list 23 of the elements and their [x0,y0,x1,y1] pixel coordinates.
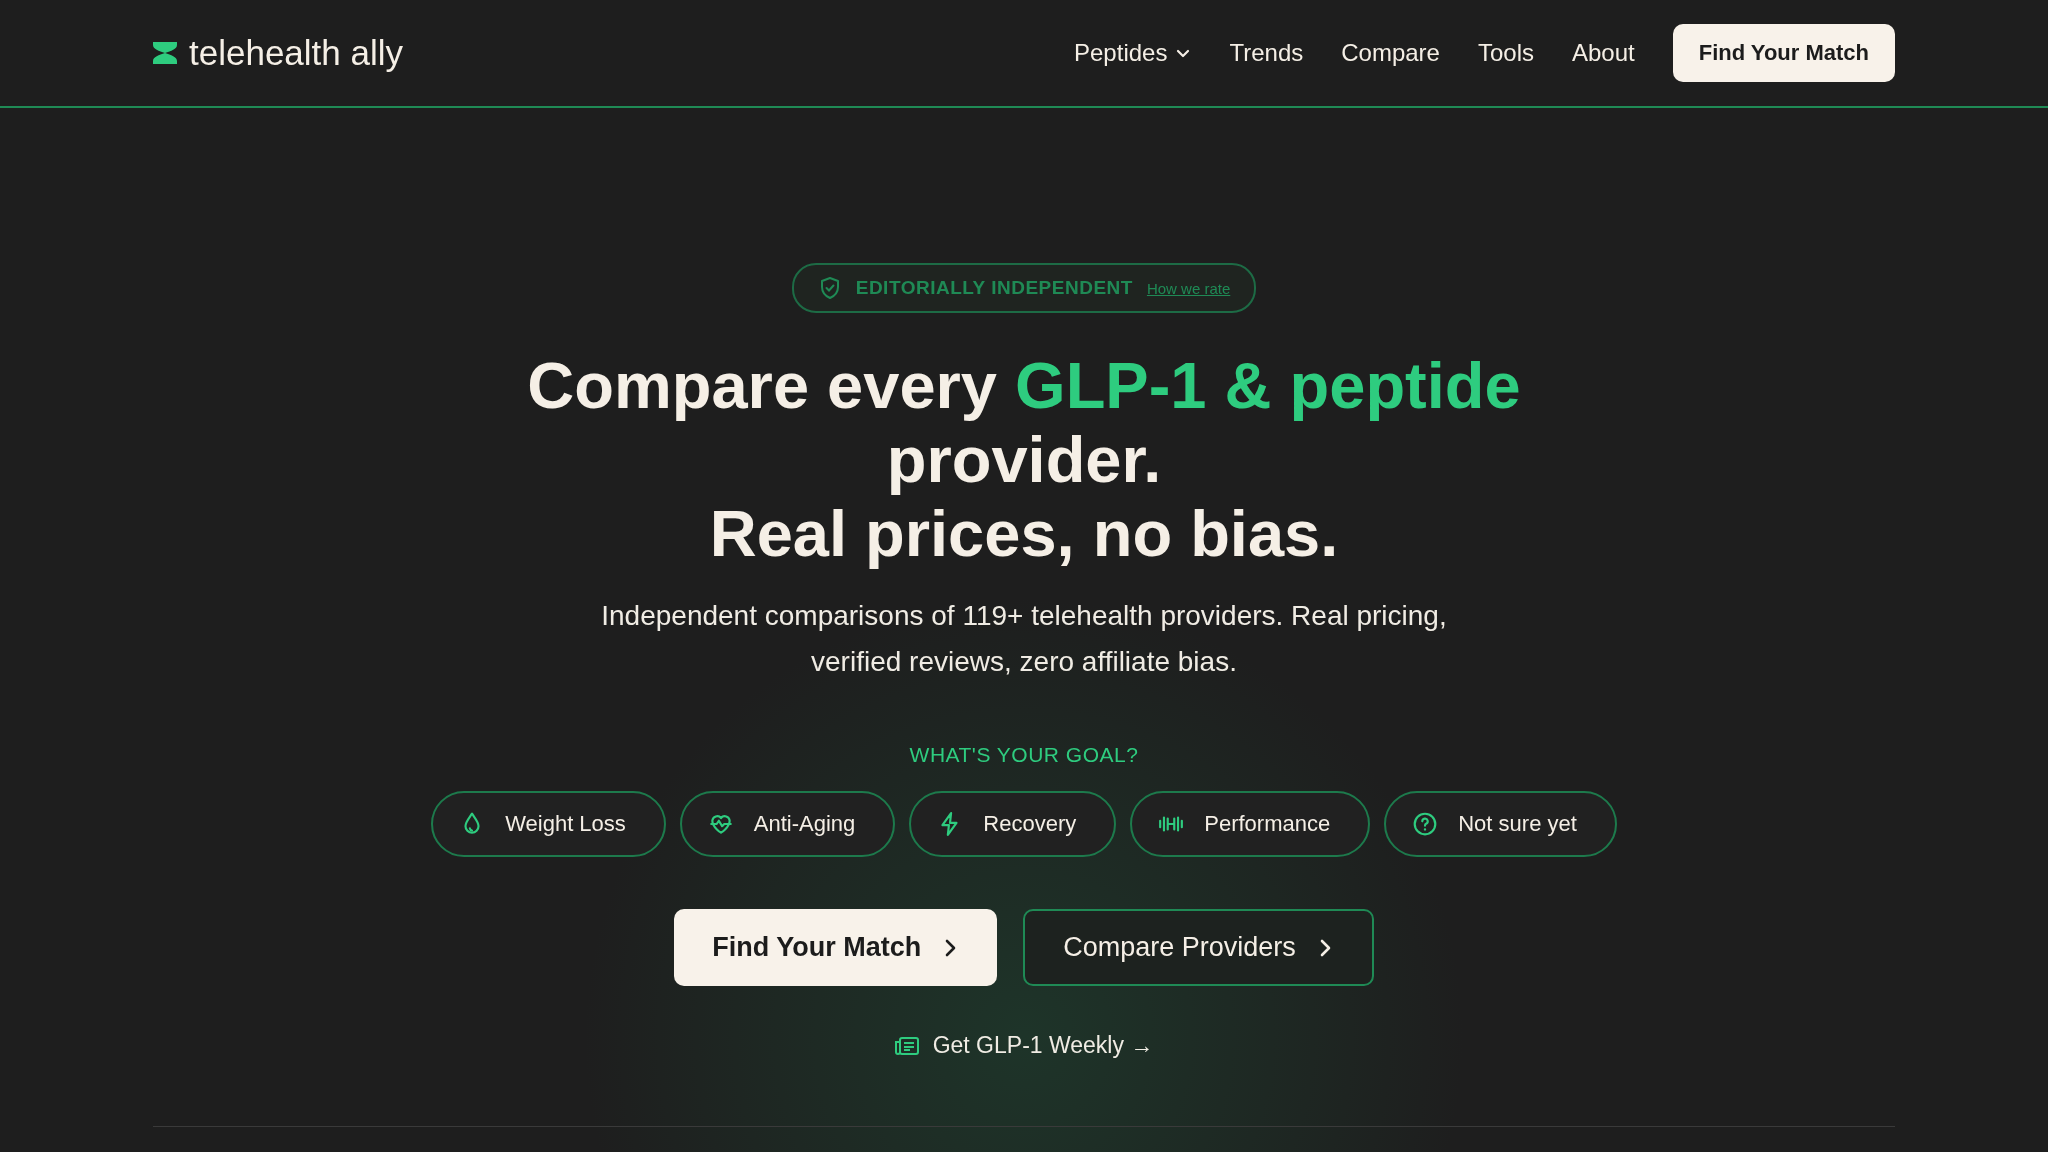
nav-link[interactable]: Tools [1477,39,1534,67]
hero-heading: Compare every GLP-1 & peptide provider. Real prices, no bias. [526,349,1522,571]
goal-chip[interactable]: Not sure yet [1384,791,1617,857]
find-match-button[interactable]: Find Your Match [1672,24,1895,82]
nav-link[interactable]: Compare [1341,39,1440,67]
nav-link[interactable]: Trends [1229,39,1304,67]
newspaper-icon [894,1036,919,1055]
hero-subtitle: Independent comparisons of 119+ telehealth providers. Real pricing, verified reviews, zero affiliate bias. [600,599,1448,679]
logo-text[interactable]: telehealth ally [189,33,404,73]
compare-providers-button[interactable]: Compare Providers [1023,909,1374,986]
logo-icon [153,42,177,64]
goal-question: WHAT'S YOUR GOAL? [909,743,1139,767]
newsletter-link[interactable]: Get GLP-1 Weekly → [894,1032,1154,1059]
question-circle-icon [1412,811,1439,837]
goal-chip[interactable]: Anti-Aging [679,791,896,857]
goal-chip[interactable]: Recovery [909,791,1117,857]
goal-chip[interactable]: Performance [1130,791,1371,857]
goal-chip[interactable]: Weight Loss [431,791,666,857]
find-match-button[interactable]: Find Your Match [674,909,998,986]
badge-label: EDITORIALLY INDEPENDENT [855,277,1133,299]
how-we-rate-link[interactable]: How we rate [1146,279,1231,297]
nav-link[interactable]: About [1572,39,1635,67]
nav-link[interactable]: Peptides [1074,39,1192,67]
